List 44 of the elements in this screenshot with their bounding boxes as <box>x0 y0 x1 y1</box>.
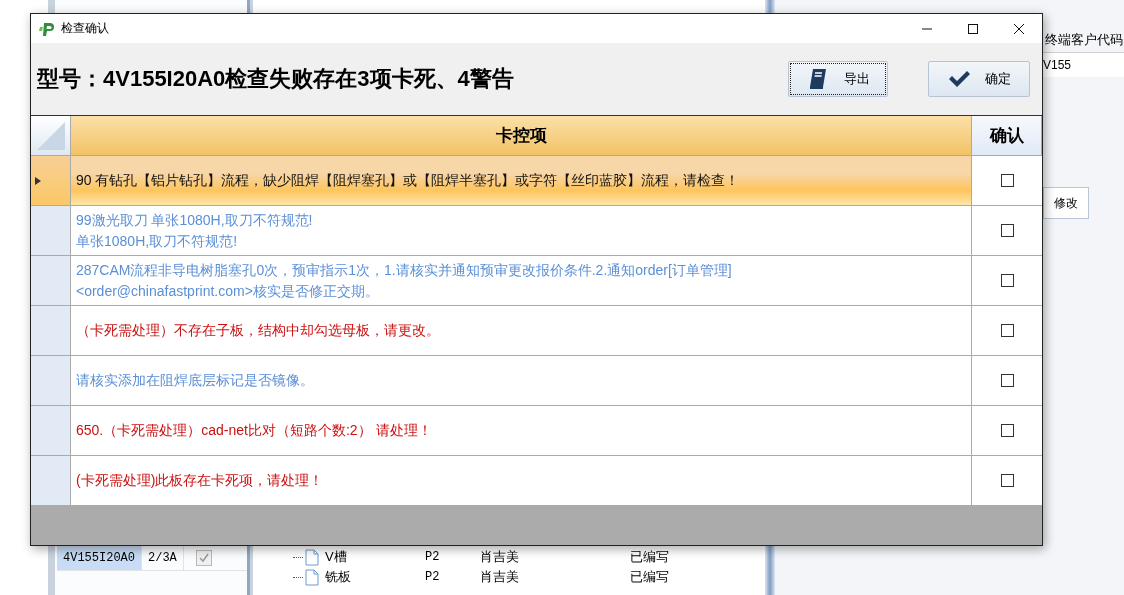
tree-item[interactable]: 铣板 <box>325 568 425 586</box>
table-cell: 90 有钻孔【铝片钻孔】流程，缺少阻焊【阻焊塞孔】或【阻焊半塞孔】或字符【丝印蓝胶】流程，请检查！ <box>71 156 972 206</box>
table-cell: （卡死需处理）不存在子板，结构中却勾选母板，请更改。 <box>71 306 972 356</box>
table-cell: 已编写 <box>630 548 669 566</box>
corner-cell[interactable] <box>31 116 71 156</box>
table-cell: 请核实添加在阻焊底层标记是否镜像。 <box>71 356 972 406</box>
table-cell-text: P2 <box>425 570 441 584</box>
row-header[interactable] <box>31 456 71 506</box>
checkbox[interactable] <box>1000 224 1014 237</box>
window-title: 检查确认 <box>61 20 110 37</box>
table-cell: (卡死需处理)此板存在卡死项，请处理！ <box>71 456 972 506</box>
checkbox[interactable] <box>1000 474 1014 487</box>
table-cell-text: 肖吉美 <box>480 568 520 586</box>
column-header: 卡控项 <box>71 116 972 156</box>
table-cell-text: 肖吉美 <box>480 548 520 566</box>
table-cell: 已编写 <box>630 568 669 586</box>
checkbox[interactable] <box>1000 324 1014 337</box>
tree-item[interactable]: V槽 <box>325 548 425 566</box>
row-header[interactable] <box>31 206 71 256</box>
app-logo-icon <box>39 20 55 37</box>
row-header[interactable] <box>31 406 71 456</box>
tab[interactable]: 修改 <box>1043 187 1089 219</box>
row-pointer-icon <box>35 176 41 185</box>
table-cell: 99激光取刀 单张1080H,取刀不符规范! 单张1080H,取刀不符规范! <box>71 206 972 256</box>
dialog-heading: 型号：4V155I20A0检查失败存在3项卡死、4警告 <box>37 65 515 93</box>
file-icon <box>305 568 319 586</box>
checkbox[interactable] <box>1000 174 1014 187</box>
file-icon <box>305 548 319 566</box>
maximize-icon[interactable] <box>967 22 979 35</box>
checkbox[interactable] <box>1000 424 1014 437</box>
checkbox[interactable] <box>1000 274 1014 287</box>
table-cell: 650.（卡死需处理）cad-net比对（短路个数:2） 请处理！ <box>71 406 972 456</box>
ok-button[interactable]: 确定 <box>928 61 1030 97</box>
close-icon[interactable] <box>1013 22 1025 35</box>
row-header[interactable] <box>31 356 71 406</box>
table-cell: V155 <box>1043 53 1124 77</box>
export-button[interactable]: 导出 <box>788 61 888 97</box>
table-cell: 287CAM流程非导电树脂塞孔0次，预审指示1次，1.请核实并通知预审更改报价条件.2.通知order[订单管理] <order@chinafastprint.com>核实是否修正交期。 <box>71 256 972 306</box>
column-header: 确认 <box>972 116 1042 156</box>
row-header[interactable] <box>31 256 71 306</box>
table-cell: 4V155I20A0 <box>57 546 142 570</box>
table-cell-text: P2 <box>425 550 441 564</box>
row-header[interactable] <box>31 306 71 356</box>
checkbox[interactable] <box>1000 374 1014 387</box>
